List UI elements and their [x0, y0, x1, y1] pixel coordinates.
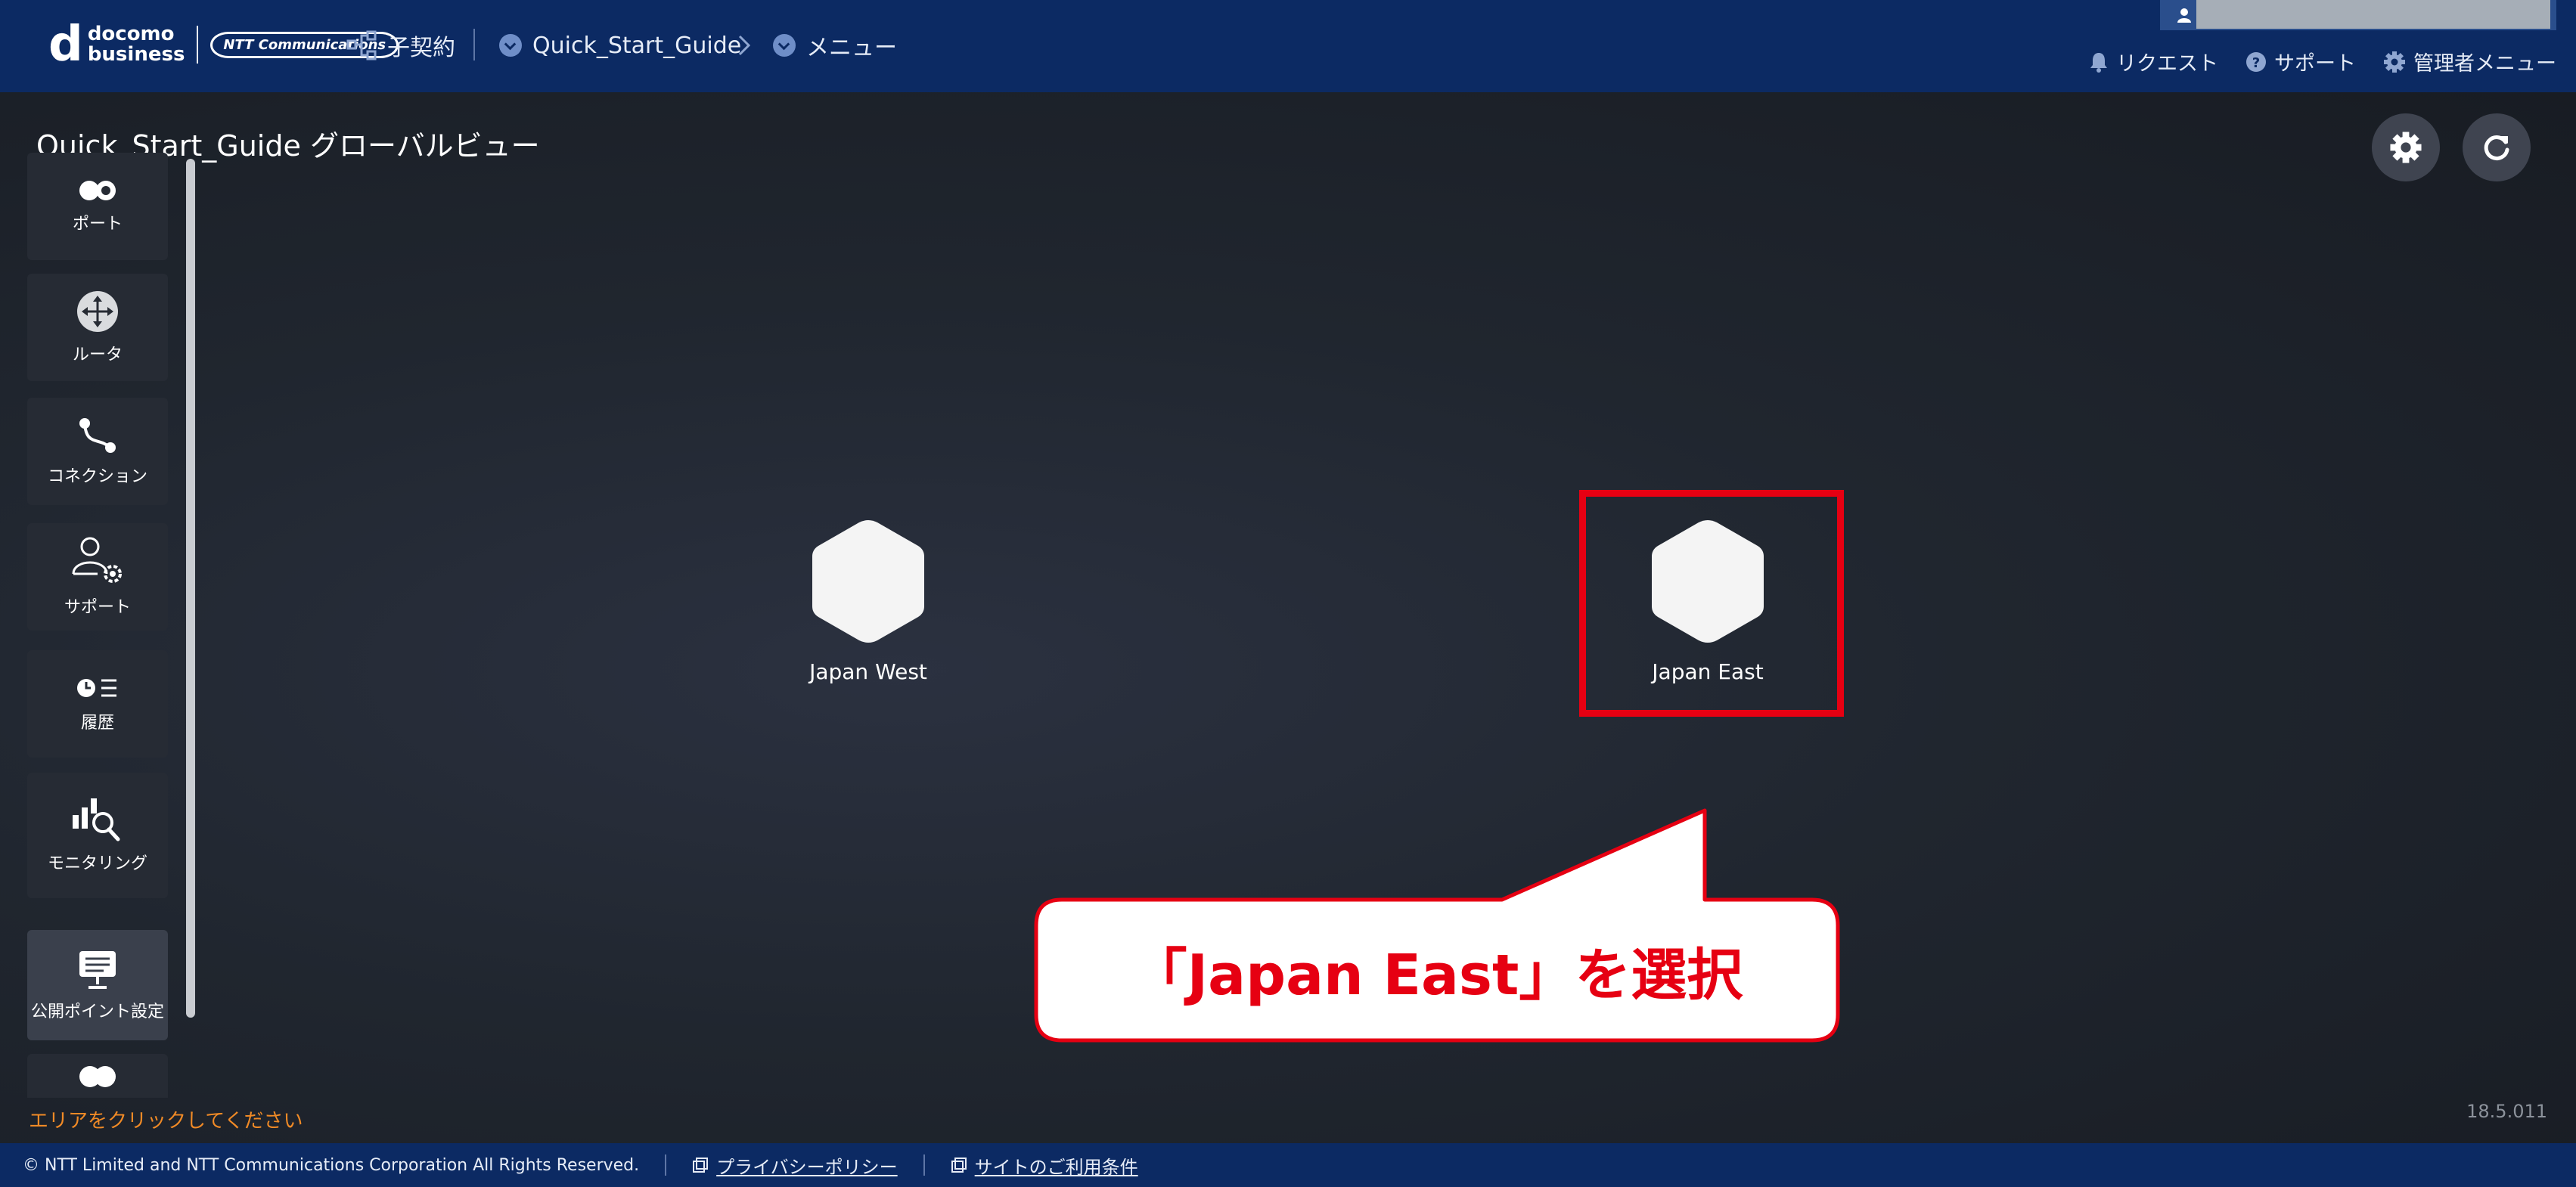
terms-label: サイトのご利用条件 [974, 1156, 1138, 1178]
more-tool-icon [79, 1066, 116, 1087]
public-point-icon [79, 951, 116, 989]
bell-icon [2090, 52, 2107, 73]
router-icon [77, 291, 118, 332]
user-icon [2177, 8, 2191, 23]
sidebar-item-router[interactable]: ルータ [27, 274, 168, 381]
user-account-box[interactable] [2160, 0, 2556, 30]
breadcrumb-guide[interactable]: Quick_Start_Guide [499, 24, 741, 67]
privacy-policy-label: プライバシーポリシー [716, 1156, 898, 1178]
logo-line1: docomo [87, 23, 175, 45]
support-user-icon [72, 537, 122, 583]
sidebar-item-monitoring[interactable]: モニタリング [27, 773, 168, 898]
sidebar-item-history[interactable]: 履歴 [27, 650, 168, 758]
footer: © NTT Limited and NTT Communications Cor… [0, 1143, 2576, 1187]
sidebar-item-label: ルータ [72, 346, 123, 364]
support-link[interactable]: ? サポート [2245, 47, 2356, 76]
sidebar-item-label: 公開ポイント設定 [30, 1003, 164, 1021]
sidebar-item-public-point[interactable]: 公開ポイント設定 [27, 930, 168, 1040]
logo-mark: d [48, 17, 83, 73]
nav-contract[interactable]: 子契約 [346, 24, 455, 67]
svg-text:?: ? [2252, 55, 2260, 71]
breadcrumb-menu[interactable]: メニュー [773, 24, 897, 67]
sidebar-item-label: サポート [64, 598, 131, 617]
sidebar-item-label: モニタリング [47, 854, 147, 873]
admin-menu-link[interactable]: 管理者メニュー [2383, 47, 2556, 76]
nav-contract-label: 子契約 [387, 35, 455, 61]
region-hexagon-icon [812, 520, 924, 643]
top-bar: d docomo business NTT Communications 子契約… [0, 0, 2576, 92]
history-icon [77, 679, 116, 697]
hint-text: エリアをクリックしてください [29, 1110, 303, 1133]
callout-text: 「Japan East」を選択 [1131, 942, 1743, 1008]
external-link-icon [693, 1158, 709, 1173]
gear-icon [2390, 132, 2422, 163]
highlight-box [1579, 490, 1844, 717]
breadcrumb-guide-label: Quick_Start_Guide [532, 32, 742, 59]
gear-icon [2384, 51, 2405, 73]
chevron-circle-icon [773, 34, 796, 57]
sidebar-item-more[interactable] [27, 1054, 168, 1098]
support-label: サポート [2274, 52, 2356, 76]
sidebar-item-connection[interactable]: コネクション [27, 398, 168, 505]
settings-button[interactable] [2372, 113, 2440, 181]
external-link-icon [951, 1158, 967, 1173]
copyright-text: © NTT Limited and NTT Communications Cor… [23, 1155, 640, 1175]
sidebar-item-label: コネクション [47, 467, 147, 486]
sidebar-item-label: ポート [72, 215, 123, 234]
monitoring-icon [73, 798, 120, 841]
region-japan-west[interactable]: Japan West [785, 517, 951, 684]
request-link[interactable]: リクエスト [2089, 47, 2218, 76]
request-label: リクエスト [2116, 52, 2218, 76]
region-label: Japan West [809, 659, 927, 684]
hierarchy-icon [346, 30, 377, 60]
sidebar-scrollbar[interactable] [186, 159, 195, 1018]
refresh-icon [2484, 135, 2509, 161]
refresh-button[interactable] [2463, 113, 2531, 181]
sidebar-item-label: 履歴 [80, 714, 114, 733]
version-label: 18.5.011 [2466, 1101, 2547, 1122]
terms-link[interactable]: サイトのご利用条件 [951, 1152, 1138, 1179]
sidebar-item-port[interactable]: ポート [27, 153, 168, 260]
port-icon [79, 181, 116, 200]
admin-menu-label: 管理者メニュー [2413, 52, 2556, 76]
privacy-policy-link[interactable]: プライバシーポリシー [692, 1152, 898, 1179]
global-view-canvas: Quick_Start_Guide グローバルビュー ポート ルータ コネクショ… [0, 92, 2576, 1143]
user-name-field [2196, 0, 2550, 29]
help-icon: ? [2246, 51, 2266, 72]
breadcrumb-separator-icon [737, 24, 752, 67]
chevron-circle-icon [499, 34, 522, 57]
sidebar-item-support[interactable]: サポート [27, 523, 168, 631]
connection-icon [79, 418, 116, 453]
logo-line2: business [87, 43, 185, 66]
breadcrumb-menu-label: メニュー [806, 35, 897, 61]
tool-sidebar: ポート ルータ コネクション サポート 履歴 モニタリング 公開ポイント設定 [27, 153, 168, 1098]
